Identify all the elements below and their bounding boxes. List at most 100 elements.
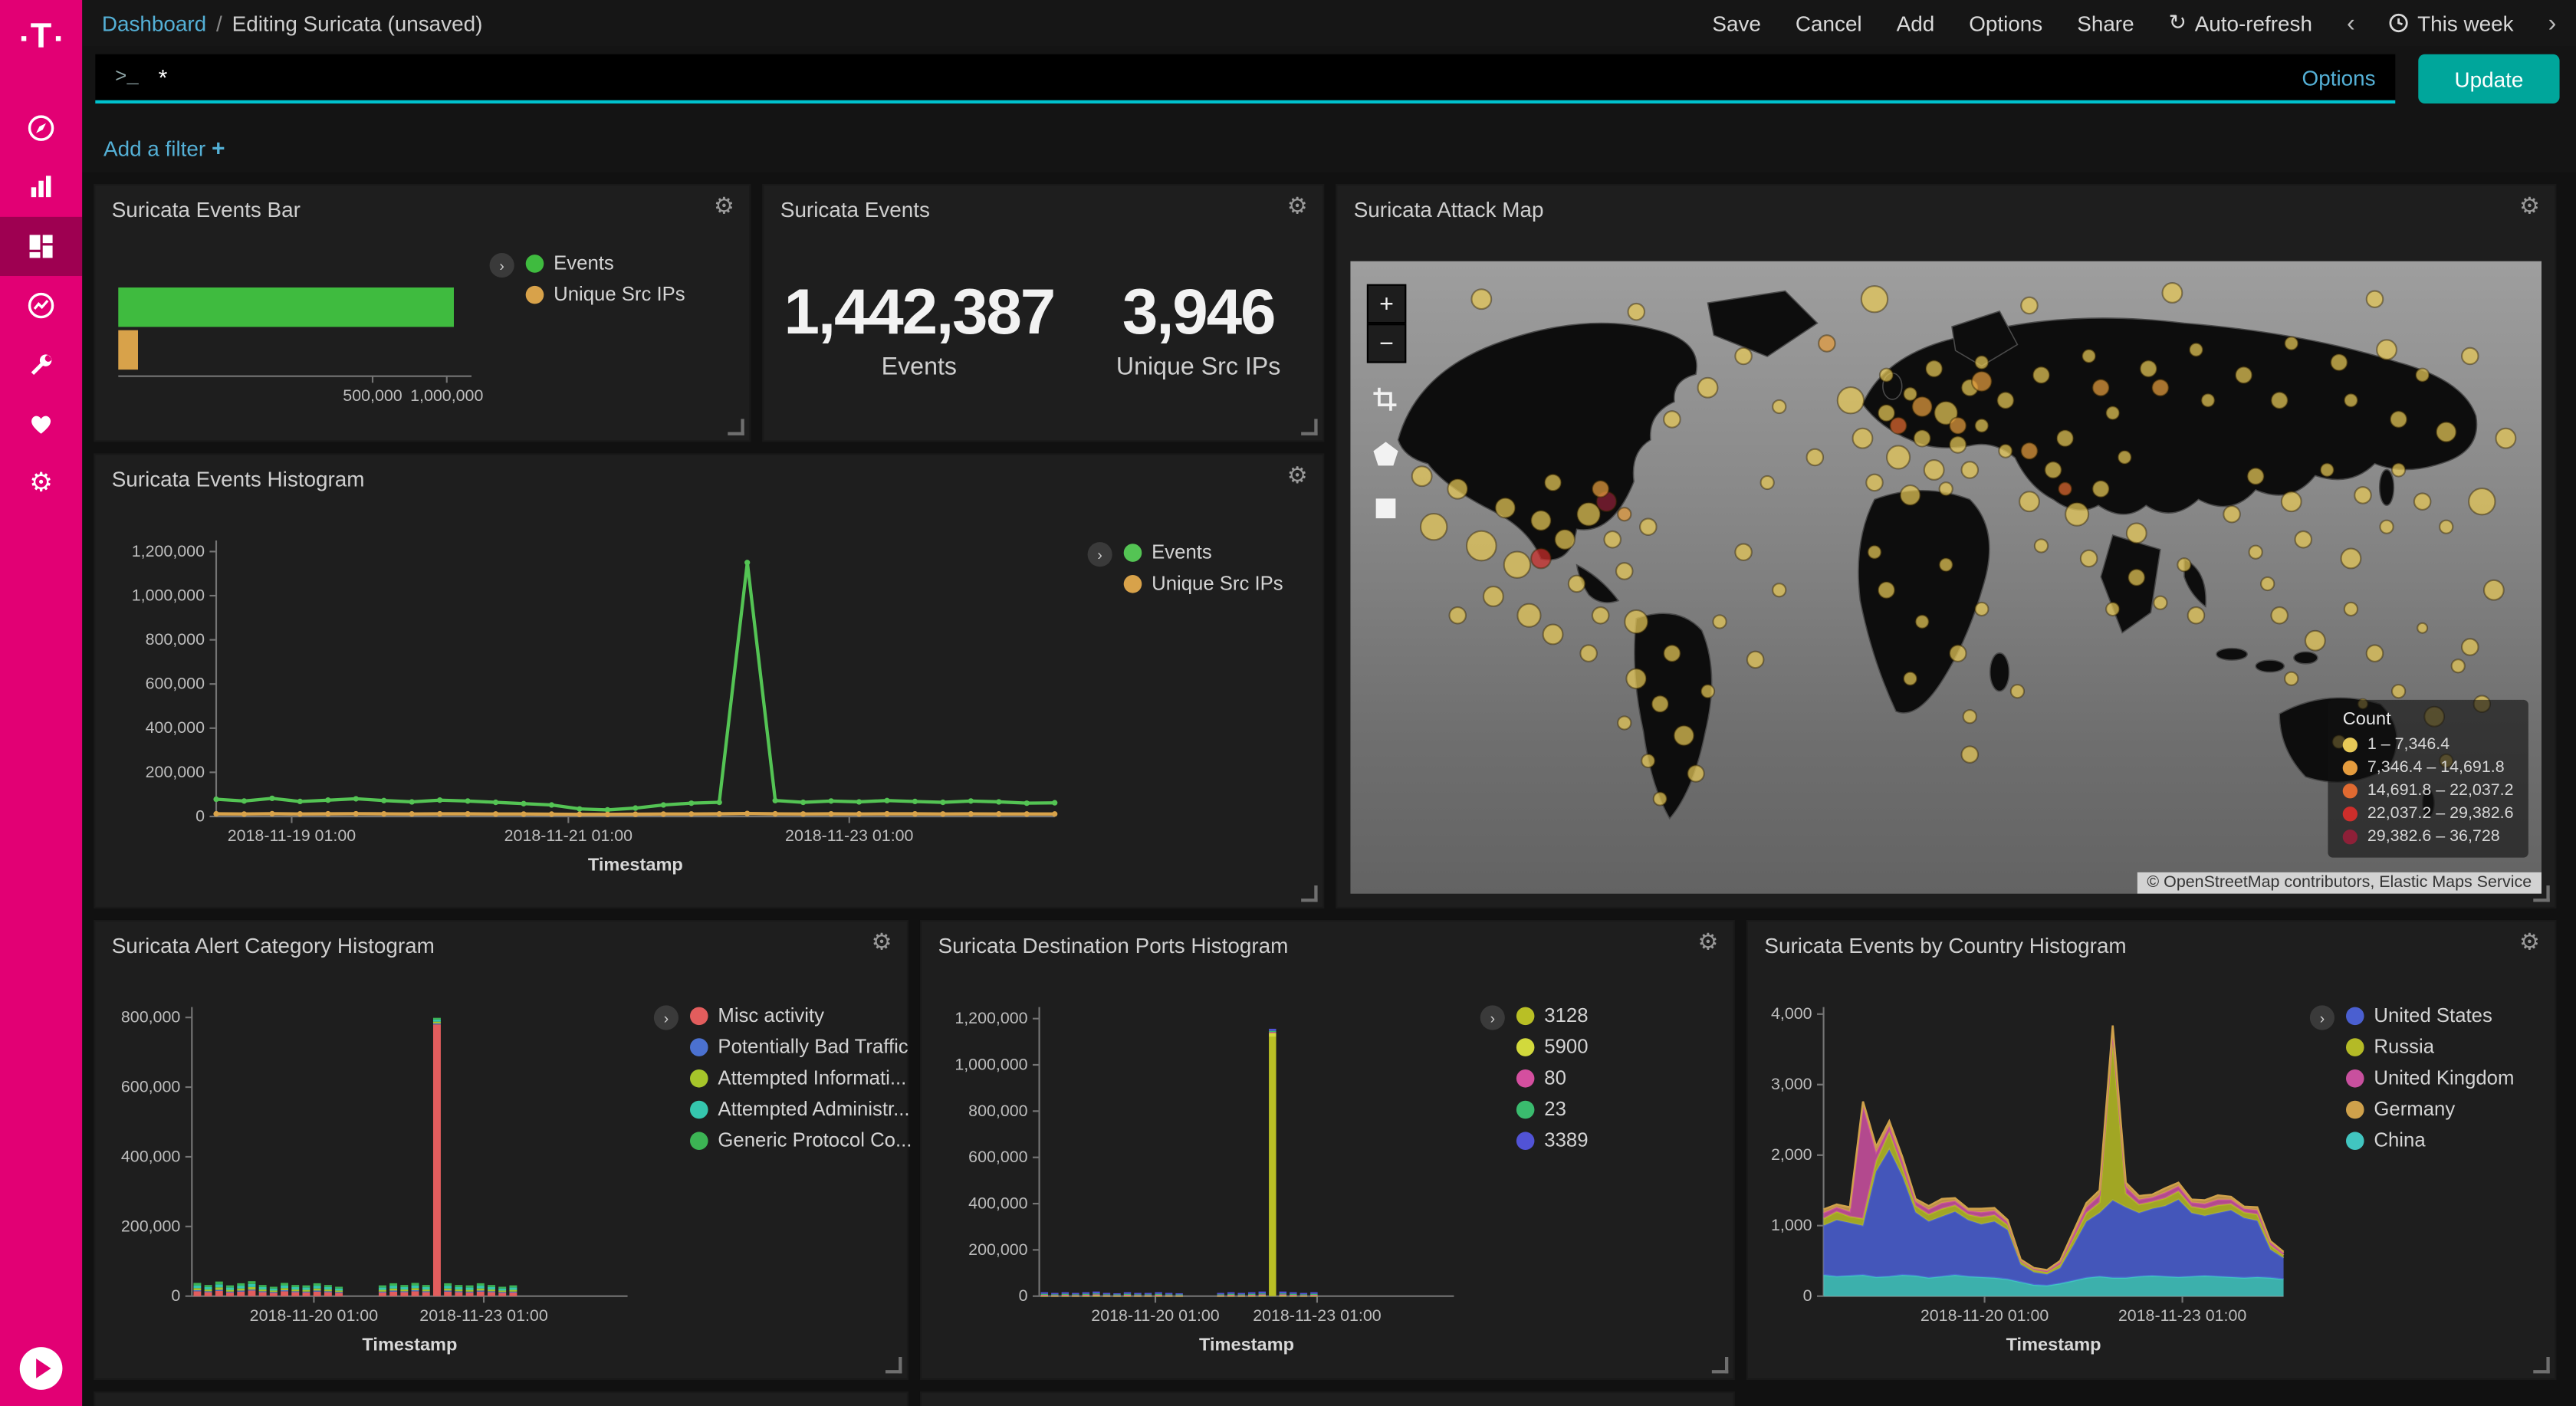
resize-handle[interactable] xyxy=(1712,1357,1728,1373)
tmobile-logo[interactable]: T xyxy=(0,0,82,76)
legend-toggle-icon[interactable]: › xyxy=(1088,542,1112,567)
map-controls: + − xyxy=(1367,284,1406,526)
spatial-filter-crop-icon[interactable] xyxy=(1367,381,1403,417)
breadcrumb-separator: / xyxy=(216,11,222,35)
resize-handle[interactable] xyxy=(1301,885,1317,902)
legend-item[interactable]: 1 – 7,346.4 xyxy=(2343,736,2514,754)
legend-item[interactable]: 80 xyxy=(1516,1066,1589,1089)
map-viewport[interactable]: + − Count 1 – 7,346.47,346.4 – 14,691.81… xyxy=(1350,261,2542,894)
zoom-out-button[interactable]: − xyxy=(1367,324,1406,363)
sidebar-nav: ⚙ xyxy=(0,99,82,513)
legend-item[interactable]: Events xyxy=(526,251,685,274)
svg-text:2018-11-23 01:00: 2018-11-23 01:00 xyxy=(785,826,914,845)
wrench-icon xyxy=(26,350,56,379)
sidebar-item-timelion[interactable] xyxy=(0,276,82,335)
panel-gear-icon[interactable]: ⚙ xyxy=(1287,192,1308,220)
alert-category-chart: 0200,000400,000600,000800,0002018-11-20 … xyxy=(102,994,644,1358)
legend-item[interactable]: Russia xyxy=(2346,1035,2514,1058)
legend-item[interactable]: Generic Protocol Co... xyxy=(690,1128,912,1151)
legend-label: Misc activity xyxy=(718,1004,824,1027)
panel-gear-icon[interactable]: ⚙ xyxy=(714,192,734,220)
sidebar-item-monitoring[interactable] xyxy=(0,394,82,453)
add-filter-link[interactable]: Add a filter + xyxy=(104,135,225,161)
legend-item[interactable]: Unique Src IPs xyxy=(526,283,685,306)
query-input[interactable] xyxy=(155,62,2285,92)
legend-toggle-icon[interactable]: › xyxy=(1480,1005,1505,1030)
sidebar-item-discover[interactable] xyxy=(0,99,82,158)
panel-title[interactable]: Suricata Events Histogram xyxy=(112,467,1276,491)
query-options-link[interactable]: Options xyxy=(2302,65,2376,90)
legend-toggle-icon[interactable]: › xyxy=(654,1005,678,1030)
resize-handle[interactable] xyxy=(2533,1357,2549,1373)
polygon-tool-icon[interactable] xyxy=(1367,435,1403,471)
panel-gear-icon[interactable]: ⚙ xyxy=(2519,192,2540,220)
events-histogram-chart: 0200,000400,000600,000800,0001,000,0001,… xyxy=(105,527,1071,879)
legend-item[interactable]: 22,037.2 – 29,382.6 xyxy=(2343,805,2514,823)
legend-item[interactable]: China xyxy=(2346,1128,2514,1151)
legend-item[interactable]: 7,346.4 – 14,691.8 xyxy=(2343,759,2514,777)
map-attribution: © OpenStreetMap contributors, Elastic Ma… xyxy=(2137,872,2542,894)
legend-swatch-icon xyxy=(2346,1069,2364,1087)
sidebar-item-dashboard[interactable] xyxy=(0,217,82,276)
legend-swatch-icon xyxy=(2343,806,2358,821)
panel-title[interactable]: Suricata Attack Map xyxy=(1354,197,2509,222)
legend-item[interactable]: United Kingdom xyxy=(2346,1066,2514,1089)
legend-item[interactable]: 14,691.8 – 22,037.2 xyxy=(2343,782,2514,800)
sidebar-item-visualize[interactable] xyxy=(0,158,82,217)
auto-refresh-button[interactable]: ↻ Auto-refresh xyxy=(2169,10,2312,36)
time-next-button[interactable]: › xyxy=(2548,9,2557,37)
rectangle-tool-icon[interactable] xyxy=(1367,490,1403,526)
panel-gear-icon[interactable]: ⚙ xyxy=(1287,462,1308,489)
legend-item[interactable]: 29,382.6 – 36,728 xyxy=(2343,828,2514,846)
resize-handle[interactable] xyxy=(886,1357,902,1373)
legend-item[interactable]: Attempted Informati... xyxy=(690,1066,912,1089)
legend-item[interactable]: 3128 xyxy=(1516,1004,1589,1027)
legend-item[interactable]: Germany xyxy=(2346,1097,2514,1120)
svg-text:0: 0 xyxy=(196,806,205,825)
add-button[interactable]: Add xyxy=(1897,11,1935,35)
breadcrumb-dashboard-link[interactable]: Dashboard xyxy=(102,11,206,35)
share-button[interactable]: Share xyxy=(2077,11,2134,35)
time-prev-button[interactable]: ‹ xyxy=(2347,9,2355,37)
legend-item[interactable]: 23 xyxy=(1516,1097,1589,1120)
events-bar-chart: 500,0001,000,000 xyxy=(105,241,491,412)
legend-item[interactable]: Unique Src IPs xyxy=(1124,572,1283,595)
sidebar-item-dev-tools[interactable] xyxy=(0,335,82,394)
collapse-nav-button[interactable] xyxy=(20,1347,63,1390)
legend-item[interactable]: 5900 xyxy=(1516,1035,1589,1058)
resize-handle[interactable] xyxy=(1301,419,1317,435)
panel-title[interactable]: Suricata Alert Category Histogram xyxy=(112,933,861,958)
legend-toggle-icon[interactable]: › xyxy=(490,253,514,278)
dashboard-grid: Suricata Events Bar ⚙ 500,0001,000,000 ›… xyxy=(82,172,2576,1406)
timepicker-button[interactable]: This week xyxy=(2390,11,2514,35)
legend-item[interactable]: Events xyxy=(1124,540,1283,563)
svg-text:200,000: 200,000 xyxy=(968,1240,1027,1259)
save-button[interactable]: Save xyxy=(1712,11,1761,35)
cancel-button[interactable]: Cancel xyxy=(1796,11,1862,35)
zoom-in-button[interactable]: + xyxy=(1367,284,1406,324)
legend-label: 1 – 7,346.4 xyxy=(2367,736,2450,754)
panel-suricata-alert-category-histogram: Suricata Alert Category Histogram ⚙ 0200… xyxy=(94,920,909,1380)
legend-item[interactable]: 3389 xyxy=(1516,1128,1589,1151)
legend-item[interactable]: United States xyxy=(2346,1004,2514,1027)
resize-handle[interactable] xyxy=(728,419,744,435)
panel-gear-icon[interactable]: ⚙ xyxy=(872,928,892,956)
legend-item[interactable]: Potentially Bad Traffic xyxy=(690,1035,912,1058)
metric-value: 1,442,387 xyxy=(764,278,1074,350)
legend-toggle-icon[interactable]: › xyxy=(2310,1005,2334,1030)
legend-label: United Kingdom xyxy=(2374,1066,2514,1089)
legend-swatch-icon xyxy=(2346,1037,2364,1056)
panel-gear-icon[interactable]: ⚙ xyxy=(1698,928,1719,956)
panel-title[interactable]: Suricata Events by Country Histogram xyxy=(1764,933,2509,958)
legend-item[interactable]: Attempted Administr... xyxy=(690,1097,912,1120)
panel-title[interactable]: Suricata Events xyxy=(780,197,1276,222)
panel-title[interactable]: Suricata Events Bar xyxy=(112,197,703,222)
update-button[interactable]: Update xyxy=(2418,54,2559,103)
legend-swatch-icon xyxy=(526,254,544,272)
panel-suricata-events-by-country-histogram: Suricata Events by Country Histogram ⚙ 0… xyxy=(1746,920,2556,1380)
legend-item[interactable]: Misc activity xyxy=(690,1004,912,1027)
sidebar-item-management[interactable]: ⚙ xyxy=(0,453,82,512)
options-button[interactable]: Options xyxy=(1969,11,2042,35)
panel-gear-icon[interactable]: ⚙ xyxy=(2519,928,2540,956)
panel-title[interactable]: Suricata Destination Ports Histogram xyxy=(938,933,1687,958)
